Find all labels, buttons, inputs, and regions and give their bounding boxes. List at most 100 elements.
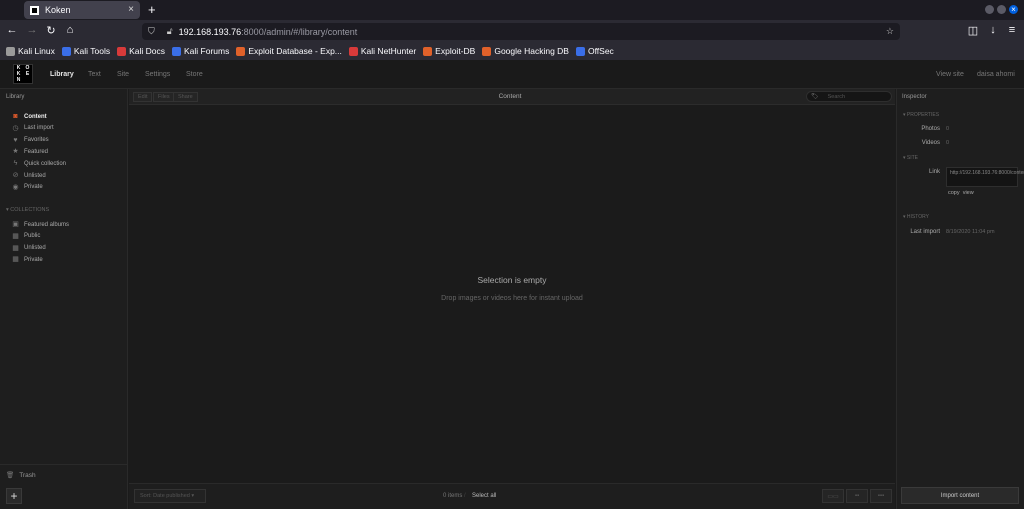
sidebar-item-private[interactable]: ◉ Private <box>12 183 42 191</box>
bookmark-item[interactable]: Exploit Database - Exp... <box>236 46 342 56</box>
sort-select[interactable]: Sort: Date published ▾ <box>134 489 206 503</box>
view-link[interactable]: view <box>963 190 974 196</box>
nav-store[interactable]: Store <box>186 71 203 78</box>
content-footer <box>129 483 895 509</box>
menu-icon[interactable]: ≡ <box>1005 24 1019 36</box>
medium-grid-view-icon[interactable]: ▪▪ <box>846 489 868 503</box>
tag-icon: 🏷︎ <box>811 94 819 100</box>
bookmark-item[interactable]: Kali Docs <box>117 46 165 56</box>
add-button[interactable]: + <box>6 488 22 504</box>
download-icon[interactable]: ↓ <box>986 24 1000 36</box>
album-icon: ▦ <box>12 244 19 252</box>
eye-slash-icon: ⊘ <box>12 172 19 179</box>
url-path: :8000/admin/#/library/content <box>241 26 358 37</box>
large-grid-view-icon[interactable]: ▭▭ <box>822 489 844 503</box>
bolt-icon: ϟ <box>13 160 18 168</box>
bookmark-item[interactable]: OffSec <box>575 46 614 56</box>
user-menu[interactable]: daisa ahomi <box>977 71 1015 78</box>
lock-icon: ◉ <box>12 183 19 191</box>
maximize-window-icon[interactable] <box>997 5 1006 14</box>
sidebar-item-last-import[interactable]: ◷ Last import <box>12 125 54 132</box>
small-grid-view-icon[interactable]: ▪▪▪ <box>870 489 892 503</box>
camera-icon: ◙ <box>13 113 18 120</box>
search-placeholder: Search <box>827 93 846 100</box>
videos-value: 0 <box>946 140 950 146</box>
photos-label: Photos <box>921 126 940 132</box>
forward-icon[interactable]: → <box>25 24 39 36</box>
bookmark-item[interactable]: Kali NetHunter <box>348 46 417 56</box>
empty-selection-hint: Drop images or videos here for instant u… <box>441 295 583 302</box>
inspector-panel <box>896 89 1024 509</box>
sidebar-item-unlisted[interactable]: ⊘ Unlisted <box>12 172 46 179</box>
files-button[interactable]: Files <box>153 92 175 102</box>
bookmark-label: Kali Docs <box>129 46 165 56</box>
collection-item-private[interactable]: ▦ Private <box>12 256 43 263</box>
empty-selection-title: Selection is empty <box>477 275 547 285</box>
shield-icon[interactable]: ⛉ <box>148 26 155 37</box>
url-bar[interactable]: ⛉ 🔓︎ 192.168.193.76:8000/admin/#/library… <box>142 23 900 40</box>
heart-icon: ♥ <box>13 136 18 144</box>
sidebar-item-quick-collection[interactable]: ϟ Quick collection <box>12 160 66 167</box>
sidebar-title: Library <box>6 94 25 100</box>
collection-item-public[interactable]: ▦ Public <box>12 233 40 240</box>
bookmark-item[interactable]: Kali Tools <box>61 46 111 56</box>
bookmark-item[interactable]: Kali Forums <box>172 46 229 56</box>
collection-item-label: Private <box>24 256 43 263</box>
close-window-icon[interactable]: × <box>1009 5 1018 14</box>
nav-library[interactable]: Library <box>50 71 74 78</box>
last-import-label: Last import <box>910 229 940 235</box>
minimize-window-icon[interactable] <box>985 5 994 14</box>
bookmark-label: OffSec <box>587 46 614 56</box>
sidebar-item-label: Featured <box>24 148 49 155</box>
tab-close-icon[interactable]: × <box>128 4 134 15</box>
import-content-button[interactable]: Import content <box>901 487 1019 504</box>
album-icon: ▦ <box>12 256 19 264</box>
bookmark-item[interactable]: Google Hacking DB <box>482 46 569 56</box>
trash-item[interactable]: 🗑︎ Trash <box>0 464 128 485</box>
view-site-link[interactable]: View site <box>936 71 964 78</box>
nav-settings[interactable]: Settings <box>145 71 170 78</box>
browser-tab[interactable]: Koken × <box>24 1 140 19</box>
bookmarks-bar: Kali Linux Kali Tools Kali Docs Kali Forums… <box>0 42 1024 60</box>
bookmark-favicon-icon <box>61 46 71 56</box>
history-heading[interactable]: ▾ HISTORY <box>903 214 929 220</box>
sidebar-item-featured[interactable]: ★ Featured <box>12 148 48 155</box>
koken-logo[interactable]: KO KE N <box>13 64 33 84</box>
photos-value: 0 <box>946 126 950 132</box>
home-icon[interactable]: ⌂ <box>63 24 77 36</box>
nav-site[interactable]: Site <box>117 71 129 78</box>
collection-item-unlisted[interactable]: ▦ Unlisted <box>12 245 46 252</box>
share-button[interactable]: Share <box>173 92 198 102</box>
content-drop-area[interactable] <box>129 105 895 483</box>
select-all-link[interactable]: Select all <box>472 493 496 499</box>
properties-heading[interactable]: ▾ PROPERTIES <box>903 112 939 118</box>
bookmark-label: Exploit Database - Exp... <box>248 46 342 56</box>
koken-favicon-icon <box>30 5 39 15</box>
pocket-icon[interactable]: ◫ <box>966 24 980 37</box>
nav-text[interactable]: Text <box>88 71 101 78</box>
sidebar-item-label: Last import <box>24 125 54 132</box>
site-heading[interactable]: ▾ SITE <box>903 155 918 161</box>
sidebar-item-favorites[interactable]: ♥ Favorites <box>12 136 48 144</box>
site-link-field[interactable]: http://192.168.193.76:8000/content/ <box>946 167 1024 187</box>
bookmark-item[interactable]: Exploit-DB <box>423 46 475 56</box>
bookmark-item[interactable]: Kali Linux <box>6 46 55 56</box>
bookmark-favicon-icon <box>6 46 15 56</box>
sidebar-item-content[interactable]: ◙ Content <box>12 113 46 120</box>
bookmark-label: Kali NetHunter <box>360 46 417 56</box>
bookmark-label: Kali Tools <box>73 46 111 56</box>
collections-heading[interactable]: ▾ COLLECTIONS <box>6 207 49 213</box>
new-tab-button[interactable]: + <box>148 2 156 17</box>
collection-item-label: Unlisted <box>24 245 46 252</box>
collection-item-label: Featured albums <box>24 221 70 228</box>
edit-button[interactable]: Edit <box>133 92 153 102</box>
insecure-lock-icon[interactable]: 🔓︎ <box>167 26 173 37</box>
bookmark-star-icon[interactable]: ☆ <box>886 26 894 37</box>
back-icon[interactable]: ← <box>5 24 19 36</box>
copy-link[interactable]: copy <box>948 190 960 196</box>
reload-icon[interactable]: ↻ <box>44 24 58 37</box>
search-input[interactable]: 🏷︎ Search <box>806 91 892 102</box>
trash-label: Trash <box>19 471 36 479</box>
videos-label: Videos <box>921 140 940 146</box>
collection-item-featured-albums[interactable]: ▣ Featured albums <box>12 221 69 228</box>
